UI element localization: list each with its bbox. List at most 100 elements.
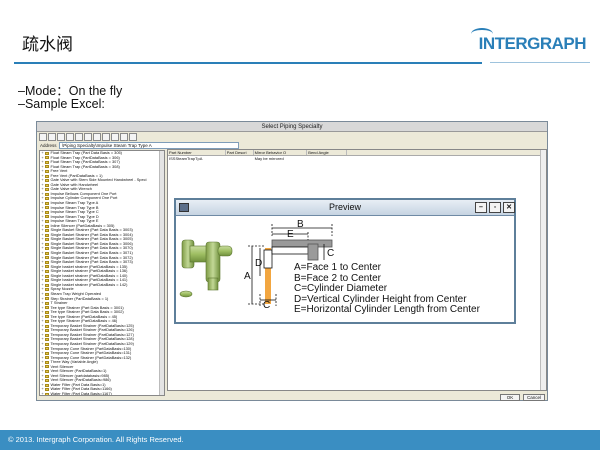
folder-icon: [45, 297, 49, 301]
cell-mirror-behavior: May be mirrored: [254, 156, 284, 161]
cell-part-number: ISSSteamTrapTpA: [169, 156, 203, 161]
back-icon[interactable]: [39, 133, 47, 141]
table-row[interactable]: ISSSteamTrapTpA May be mirrored: [168, 156, 546, 162]
folder-icon: [45, 265, 49, 269]
folder-icon: [45, 238, 49, 242]
cell-part-description: [226, 156, 254, 162]
list-item[interactable]: + Water Filter (Part Data Basis=1167): [40, 390, 164, 396]
cut-icon[interactable]: [66, 133, 74, 141]
address-label: Address: [40, 143, 57, 148]
folder-icon: [45, 233, 49, 237]
column-empty: [347, 150, 547, 155]
toolbar: [39, 133, 239, 142]
folder-icon: [45, 210, 49, 214]
preview-title: Preview: [328, 202, 361, 212]
cancel-button[interactable]: Cancel: [523, 394, 545, 401]
folder-icon: [45, 310, 49, 314]
dim-label-e: E: [287, 229, 294, 240]
dimension-legend: A=Face 1 to Center B=Face 2 to Center C=…: [294, 262, 480, 316]
folder-icon: [45, 247, 49, 251]
folder-icon: [45, 242, 49, 246]
folder-icon: [45, 169, 49, 173]
grid-scrollbar[interactable]: [540, 150, 546, 390]
folder-icon: [45, 356, 49, 360]
folder-icon: [45, 197, 49, 201]
copyright-text: © 2013. Intergraph Corporation. All Righ…: [8, 435, 184, 444]
column-part-number[interactable]: Part Number: [168, 150, 226, 155]
folder-icon: [45, 315, 49, 319]
folder-icon: [45, 288, 49, 292]
bullet-sample-excel: –Sample Excel:: [18, 97, 105, 111]
folder-icon: [45, 206, 49, 210]
folder-icon: [45, 292, 49, 296]
close-button[interactable]: ✕: [503, 202, 515, 213]
address-field[interactable]: \Piping Specialty\Impulse Steam Trap Typ…: [59, 142, 239, 149]
folder-icon: [45, 351, 49, 355]
dim-label-c-top: C: [327, 248, 334, 259]
folder-icon: [45, 229, 49, 233]
cell-bend-angle: [307, 156, 347, 162]
copy-icon[interactable]: [75, 133, 83, 141]
column-mirror-behavior[interactable]: Mirror Behavior O: [254, 150, 308, 155]
folder-icon: [45, 160, 49, 164]
folder-icon: [45, 201, 49, 205]
title-divider: [14, 62, 482, 64]
paste-icon[interactable]: [84, 133, 92, 141]
folder-icon: [45, 224, 49, 228]
forward-icon[interactable]: [48, 133, 56, 141]
minimize-button[interactable]: –: [475, 202, 487, 213]
title-divider-secondary: [490, 62, 590, 63]
folder-icon: [45, 306, 49, 310]
list-icon[interactable]: [93, 133, 101, 141]
logo-swoosh-icon: [470, 28, 493, 40]
folder-icon: [45, 215, 49, 219]
folder-icon: [45, 179, 49, 183]
folder-icon: [45, 274, 49, 278]
tree-item-label: Water Filter (Part Data Basis=1167): [50, 390, 112, 396]
folder-icon: [45, 383, 49, 387]
up-icon[interactable]: [57, 133, 65, 141]
legend-c: C=Cylinder Diameter: [294, 283, 388, 294]
logo-text: INTERGRAPH: [478, 34, 587, 53]
preview-dialog: Preview – ▫ ✕ B E C D A C A=Face 1 to Ce…: [174, 198, 516, 324]
folder-icon: [45, 342, 49, 346]
maximize-button[interactable]: ▫: [489, 202, 501, 213]
preview-titlebar[interactable]: Preview – ▫ ✕: [176, 200, 515, 216]
dim-label-c-bottom: C: [263, 300, 270, 311]
folder-icon: [45, 269, 49, 273]
folder-icon: [45, 388, 49, 392]
tree-scrollbar[interactable]: [159, 151, 164, 395]
legend-e: E=Horizontal Cylinder Length from Center: [294, 304, 480, 315]
dim-label-b: B: [297, 219, 304, 230]
sort-icon[interactable]: [111, 133, 119, 141]
folder-icon: [45, 324, 49, 328]
folder-icon: [45, 301, 49, 305]
folder-icon: [45, 360, 49, 364]
legend-a: A=Face 1 to Center: [294, 262, 381, 273]
folder-icon: [45, 329, 49, 333]
help-icon[interactable]: [129, 133, 137, 141]
dim-label-a: A: [244, 271, 251, 282]
folder-icon: [45, 156, 49, 160]
column-bend-angle[interactable]: Bend Angle: [307, 150, 348, 155]
filter-icon[interactable]: [120, 133, 128, 141]
folder-icon: [45, 183, 49, 187]
ok-button[interactable]: OK: [500, 394, 520, 401]
slide-title: 疏水阀: [22, 35, 73, 55]
folder-icon: [45, 370, 49, 374]
steam-trap-3d-icon: [179, 239, 233, 298]
folder-icon: [45, 333, 49, 337]
folder-icon: [45, 374, 49, 378]
folder-icon: [45, 192, 49, 196]
folder-icon: [45, 151, 49, 155]
folder-icon: [45, 283, 49, 287]
column-part-description[interactable]: Part Descri: [226, 150, 254, 155]
specialty-tree[interactable]: + Float Steam Trap (Part Data Basis = 305…: [39, 150, 165, 396]
grid-icon[interactable]: [102, 133, 110, 141]
folder-icon: [45, 165, 49, 169]
folder-icon: [45, 320, 49, 323]
folder-icon: [45, 347, 49, 351]
footer-bar: © 2013. Intergraph Corporation. All Righ…: [0, 430, 600, 450]
window-title: Select Piping Specialty: [37, 122, 547, 132]
dim-label-d: D: [255, 258, 262, 269]
